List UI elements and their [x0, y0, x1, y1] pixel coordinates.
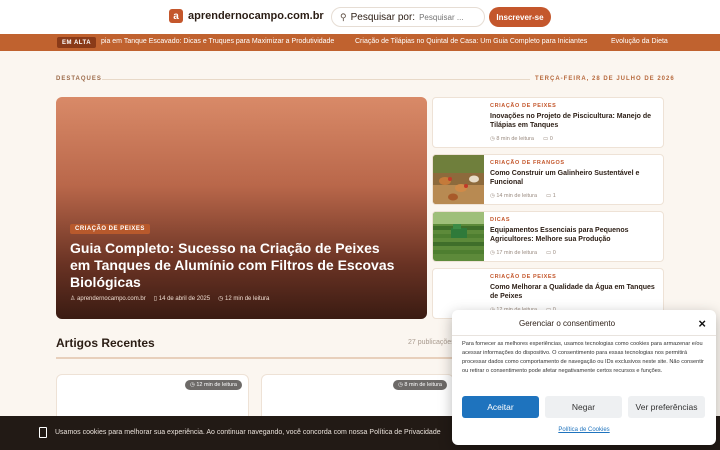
hero-category-badge[interactable]: CRIAÇÃO DE PEIXES — [70, 224, 150, 234]
user-icon: ♙ — [70, 296, 78, 302]
ticker-link[interactable]: Evolução da Dieta — [611, 38, 668, 45]
card-title[interactable]: Como Construir um Galinheiro Sustentável… — [490, 169, 660, 187]
clock-icon: ◷ — [490, 136, 495, 142]
read-time-badge: ◷ 8 min de leitura — [393, 380, 447, 390]
ticker-link[interactable]: pia em Tanque Escavado: Dicas e Truques … — [101, 38, 334, 45]
card-title[interactable]: Inovações no Projeto de Piscicultura: Ma… — [490, 112, 660, 130]
deny-button[interactable]: Negar — [545, 396, 622, 418]
clock-icon: ◷ — [490, 250, 495, 256]
card-title[interactable]: Equipamentos Essenciais para Pequenos Ag… — [490, 226, 660, 244]
hero-title[interactable]: Guia Completo: Sucesso na Criação de Pei… — [70, 240, 400, 291]
search-label: Pesquisar por: — [350, 11, 416, 23]
subscribe-button[interactable]: Inscrever-se — [489, 7, 551, 27]
cookie-policy-link[interactable]: Política de Cookies — [452, 427, 716, 433]
comment-icon: ▭ — [546, 250, 552, 256]
consent-dialog: Gerenciar o consentimento × Para fornece… — [452, 310, 716, 445]
search-icon[interactable]: ⚲ — [340, 12, 347, 23]
hero-date: ▯ 14 de abril de 2025 — [153, 296, 211, 302]
trending-label: EM ALTA — [57, 37, 97, 48]
divider — [452, 335, 716, 336]
cookie-notice-text: Usamos cookies para melhorar sua experiê… — [55, 429, 441, 436]
close-icon[interactable]: × — [698, 316, 706, 331]
trending-ticker: EM ALTA pia em Tanque Escavado: Dicas e … — [0, 34, 720, 51]
search-input[interactable] — [419, 12, 490, 22]
divider — [102, 79, 530, 80]
card-meta: ◷ 8 min de leitura ▭ 0 — [490, 136, 553, 142]
chickens-thumbnail[interactable] — [433, 155, 484, 205]
site-header: a aprendernocampo.com.br ⚲ Pesquisar por… — [0, 0, 720, 34]
consent-title: Gerenciar o consentimento — [518, 319, 616, 328]
clock-icon: ◷ — [490, 193, 495, 199]
clock-icon: ◷ — [218, 296, 226, 302]
hero-site: ♙ aprendernocampo.com.br — [70, 296, 146, 302]
comment-icon: ▭ — [546, 193, 552, 199]
recent-articles-count: 27 publicações — [408, 339, 455, 346]
accept-button[interactable]: Aceitar — [462, 396, 539, 418]
card-meta: ◷ 17 min de leitura ▭ 0 — [490, 250, 556, 256]
ticker-link[interactable]: Criação de Tilápias no Quintal de Casa: … — [355, 38, 587, 45]
recent-articles-heading: Artigos Recentes — [56, 336, 155, 350]
side-article-card[interactable]: CRIAÇÃO DE PEIXES Inovações no Projeto d… — [432, 97, 664, 148]
field-thumbnail[interactable] — [433, 212, 484, 262]
card-title[interactable]: Como Melhorar a Qualidade da Água em Tan… — [490, 283, 660, 301]
current-date: TERÇA-FEIRA, 28 DE JULHO DE 2026 — [535, 76, 675, 82]
search-box: ⚲ Pesquisar por: — [331, 7, 490, 27]
card-category[interactable]: CRIAÇÃO DE PEIXES — [490, 103, 556, 109]
cookie-icon — [39, 427, 47, 438]
logo-text: aprendernocampo.com.br — [188, 10, 324, 22]
site-logo[interactable]: a aprendernocampo.com.br — [169, 9, 324, 23]
logo-icon: a — [169, 9, 183, 23]
hero-meta: ♙ aprendernocampo.com.br ▯ 14 de abril d… — [70, 295, 269, 302]
preferences-button[interactable]: Ver preferências — [628, 396, 705, 418]
comment-icon: ▭ — [542, 136, 549, 142]
card-meta: ◷ 14 min de leitura ▭ 1 — [490, 193, 556, 199]
read-time-badge: ◷ 12 min de leitura — [185, 380, 242, 390]
card-category[interactable]: DICAS — [490, 217, 510, 223]
hero-article[interactable]: CRIAÇÃO DE PEIXES Guia Completo: Sucesso… — [56, 97, 427, 319]
side-article-card[interactable]: DICAS Equipamentos Essenciais para Peque… — [432, 211, 664, 262]
consent-body: Para fornecer as melhores experiências, … — [462, 341, 704, 374]
hero-read-time: ◷ 12 min de leitura — [218, 296, 270, 302]
highlights-label: DESTAQUES — [56, 76, 102, 82]
side-article-card[interactable]: CRIAÇÃO DE FRANGOS Como Construir um Gal… — [432, 154, 664, 205]
card-category[interactable]: CRIAÇÃO DE FRANGOS — [490, 160, 565, 166]
card-category[interactable]: CRIAÇÃO DE PEIXES — [490, 274, 556, 280]
